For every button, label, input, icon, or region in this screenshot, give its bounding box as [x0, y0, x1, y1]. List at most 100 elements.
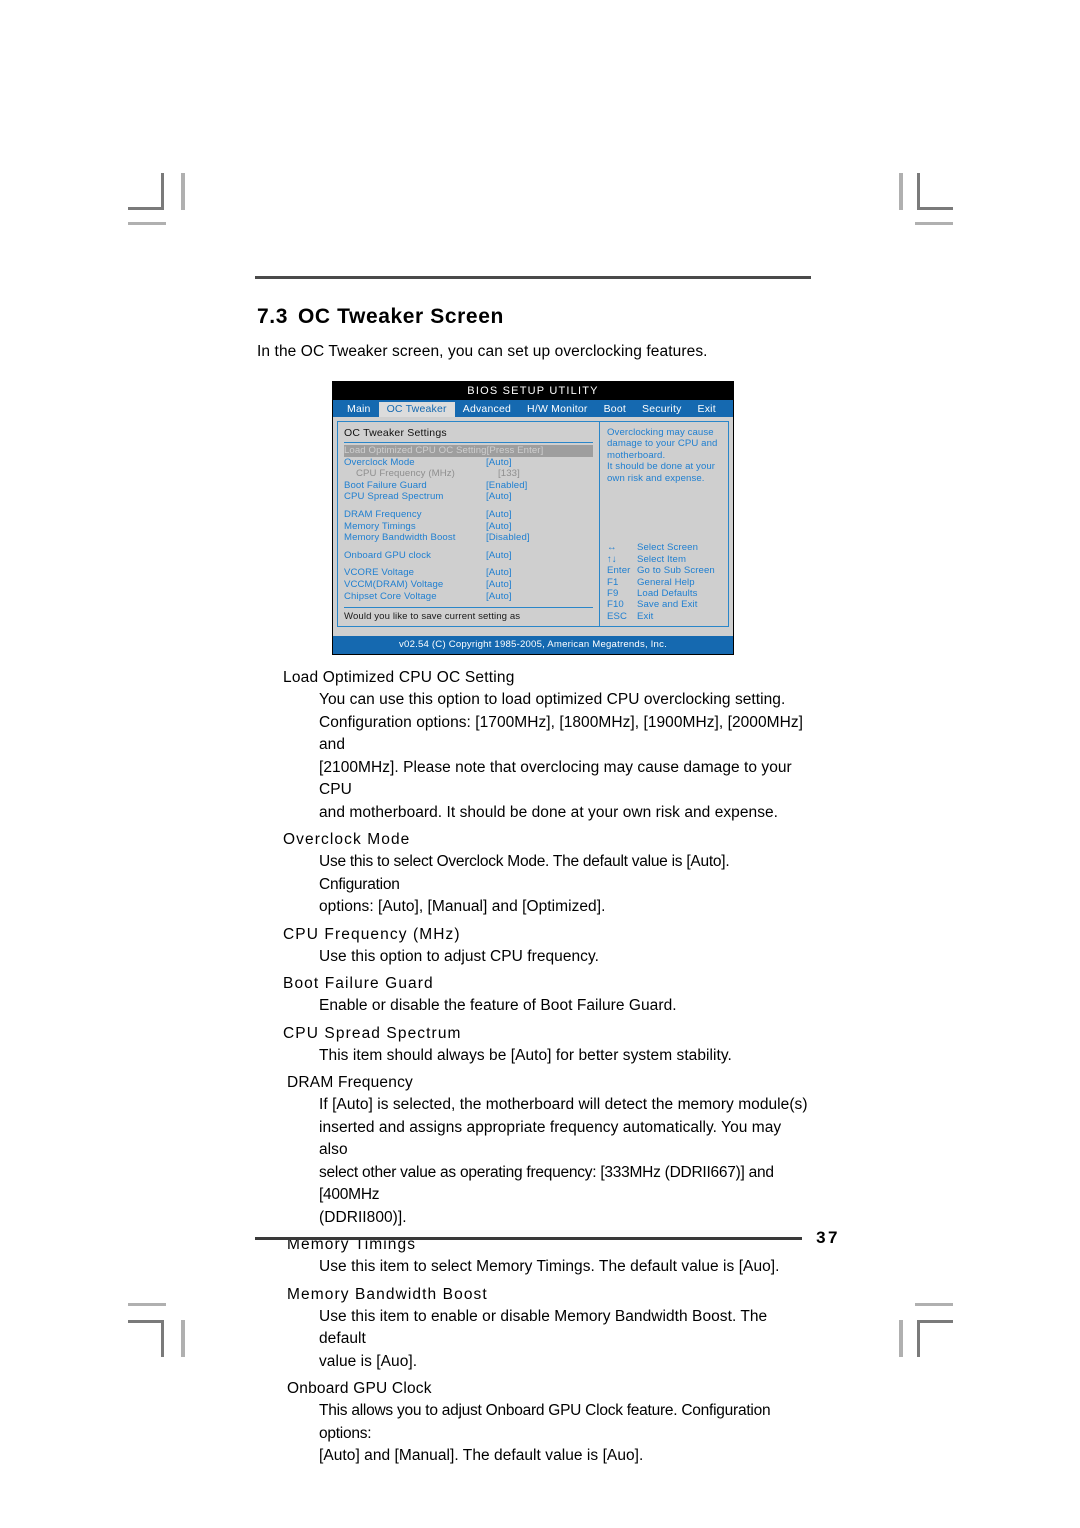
setting-label: Overclock Mode: [344, 456, 415, 468]
setting-label: CPU Spread Spectrum: [344, 491, 444, 503]
crop-mark-top-right-corner-vertical: [917, 173, 920, 210]
bios-settings-panel: OC Tweaker Settings Load Optimized CPU O…: [337, 421, 599, 628]
setting-value: [Auto]: [486, 578, 512, 590]
tab-oc-tweaker[interactable]: OC Tweaker: [378, 402, 455, 417]
page-footer: 37: [255, 1228, 840, 1248]
key-legend-f9: F9 Load Defaults: [607, 588, 722, 599]
setting-row-vccm-dram-voltage[interactable]: VCCM(DRAM) Voltage [Auto]: [344, 579, 593, 591]
key-legend-enter: Enter Go to Sub Screen: [607, 565, 722, 576]
crop-mark-top-left-bar-vertical: [181, 173, 185, 210]
def-line: and motherboard. It should be done at yo…: [319, 803, 779, 821]
def-line: Configuration options: [1700MHz], [1800M…: [319, 713, 803, 754]
tab-exit[interactable]: Exit: [690, 402, 724, 417]
key-description: Select Screen: [637, 542, 699, 554]
def-line: options: [Auto], [Manual] and [Optimized…: [319, 898, 606, 916]
def-line: Use this option to adjust CPU frequency.: [319, 947, 599, 965]
setting-label: VCCM(DRAM) Voltage: [344, 578, 444, 590]
settings-bottom-rule: [344, 607, 593, 609]
footer-rule: [255, 1236, 803, 1240]
crop-mark-top-right-bar-horizontal: [915, 222, 953, 225]
crop-mark-top-left-corner-vertical: [161, 173, 164, 210]
setting-row-onboard-gpu-clock[interactable]: Onboard GPU clock [Auto]: [344, 550, 593, 562]
page-number: 37: [816, 1228, 840, 1247]
def-line: You can use this option to load optimize…: [319, 691, 786, 709]
term-load-optimized-cpu-oc-setting: Load Optimized CPU OC Setting: [283, 669, 515, 687]
tab-security[interactable]: Security: [634, 402, 690, 417]
def-line: [2100MHz]. Please note that overclocing …: [319, 758, 792, 799]
tab-main[interactable]: Main: [339, 402, 379, 417]
def-line: This item should always be [Auto] for be…: [319, 1046, 732, 1064]
setting-label: Boot Failure Guard: [344, 479, 427, 491]
setting-row-vcore-voltage[interactable]: VCORE Voltage [Auto]: [344, 567, 593, 579]
setting-row-load-optimized-cpu-oc[interactable]: Load Optimized CPU OC Setting [Press Ent…: [344, 445, 593, 457]
arrows-ud-icon: ↑↓: [607, 553, 617, 565]
crop-mark-bottom-right-bar-horizontal: [915, 1303, 953, 1306]
key-legend-select-item: ↑↓ Select Item: [607, 554, 722, 565]
setting-value: [Disabled]: [486, 532, 530, 544]
key-description: Save and Exit: [637, 599, 698, 611]
setting-row-cpu-spread-spectrum[interactable]: CPU Spread Spectrum [Auto]: [344, 491, 593, 503]
crop-mark-bottom-left-bar-horizontal: [128, 1303, 166, 1306]
term-onboard-gpu-clock: Onboard GPU Clock: [287, 1380, 432, 1398]
arrows-lr-icon: ↔: [607, 542, 617, 554]
setting-row-chipset-core-voltage[interactable]: Chipset Core Voltage [Auto]: [344, 591, 593, 603]
page-title: 7.3 OC Tweaker Screen: [257, 305, 811, 329]
setting-value: [Auto]: [486, 508, 512, 520]
setting-value: [Press Enter]: [486, 445, 544, 456]
term-memory-bandwidth-boost: Memory Bandwidth Boost: [287, 1285, 488, 1303]
settings-panel-rule: [344, 442, 593, 443]
settings-footnote: Would you like to save current setting a…: [344, 611, 521, 623]
setting-value: [Auto]: [486, 520, 512, 532]
def-line: value is [Auo].: [319, 1352, 418, 1370]
bios-copyright-bar: v02.54 (C) Copyright 1985-2005, American…: [333, 636, 733, 655]
setting-label: DRAM Frequency: [344, 508, 422, 520]
term-cpu-spread-spectrum: CPU Spread Spectrum: [283, 1024, 462, 1042]
crop-mark-bottom-left-bar-vertical: [181, 1320, 185, 1357]
crop-mark-bottom-right-corner-vertical: [917, 1320, 920, 1357]
intro-paragraph: In the OC Tweaker screen, you can set up…: [257, 343, 708, 360]
section-number: 7.3: [257, 305, 288, 328]
term-cpu-frequency: CPU Frequency (MHz): [283, 925, 461, 943]
setting-row-cpu-frequency[interactable]: CPU Frequency (MHz) [133]: [344, 468, 593, 480]
term-overclock-mode: Overclock Mode: [283, 831, 411, 849]
setting-value: [Auto]: [486, 549, 512, 561]
term-dram-frequency: DRAM Frequency: [287, 1074, 413, 1092]
tab-boot[interactable]: Boot: [596, 402, 634, 417]
key-legend-f10: F10 Save and Exit: [607, 599, 722, 610]
setting-row-boot-failure-guard[interactable]: Boot Failure Guard [Enabled]: [344, 480, 593, 492]
key-description: Exit: [637, 610, 654, 622]
setting-row-dram-frequency[interactable]: DRAM Frequency [Auto]: [344, 509, 593, 521]
crop-mark-top-left-bar-horizontal: [128, 222, 166, 225]
key-name: Enter: [607, 565, 631, 577]
def-line: If [Auto] is selected, the motherboard w…: [319, 1096, 808, 1114]
bios-help-panel: Overclocking may cause damage to your CP…: [599, 421, 729, 628]
setting-label: CPU Frequency (MHz): [356, 468, 455, 480]
setting-value: [133]: [498, 468, 520, 480]
crop-mark-bottom-left-corner-horizontal: [128, 1320, 164, 1323]
crop-mark-bottom-right-corner-horizontal: [917, 1320, 953, 1323]
def-line: Use this to select Overclock Mode. The d…: [319, 853, 730, 893]
crop-mark-top-right-bar-vertical: [899, 173, 903, 210]
setting-row-memory-timings[interactable]: Memory Timings [Auto]: [344, 521, 593, 533]
key-name: F9: [607, 587, 619, 599]
def-line: Enable or disable the feature of Boot Fa…: [319, 997, 677, 1015]
setting-value: [Auto]: [486, 567, 512, 579]
setting-value: [Auto]: [486, 590, 512, 602]
setting-value: [Enabled]: [486, 479, 528, 491]
setting-row-memory-bandwidth-boost[interactable]: Memory Bandwidth Boost [Disabled]: [344, 532, 593, 544]
def-line: inserted and assigns appropriate frequen…: [319, 1118, 782, 1159]
descriptions: Load Optimized CPU OC Setting You can us…: [255, 669, 811, 1468]
tab-hw-monitor[interactable]: H/W Monitor: [519, 402, 596, 417]
bios-setup-screenshot: BIOS SETUP UTILITY Main OC Tweaker Advan…: [332, 381, 734, 656]
key-name: F1: [607, 576, 619, 588]
def-line: [Auto] and [Manual]. The default value i…: [319, 1447, 644, 1465]
key-legend-esc: ESC Exit: [607, 611, 722, 622]
setting-value: [Auto]: [486, 491, 512, 503]
key-description: Go to Sub Screen: [637, 565, 715, 577]
setting-value: [Auto]: [486, 456, 512, 468]
key-legend-f1: F1 General Help: [607, 577, 722, 588]
setting-row-overclock-mode[interactable]: Overclock Mode [Auto]: [344, 457, 593, 469]
def-line: select other value as operating frequenc…: [319, 1163, 774, 1204]
tab-advanced[interactable]: Advanced: [455, 402, 519, 417]
settings-panel-heading: OC Tweaker Settings: [344, 427, 447, 439]
